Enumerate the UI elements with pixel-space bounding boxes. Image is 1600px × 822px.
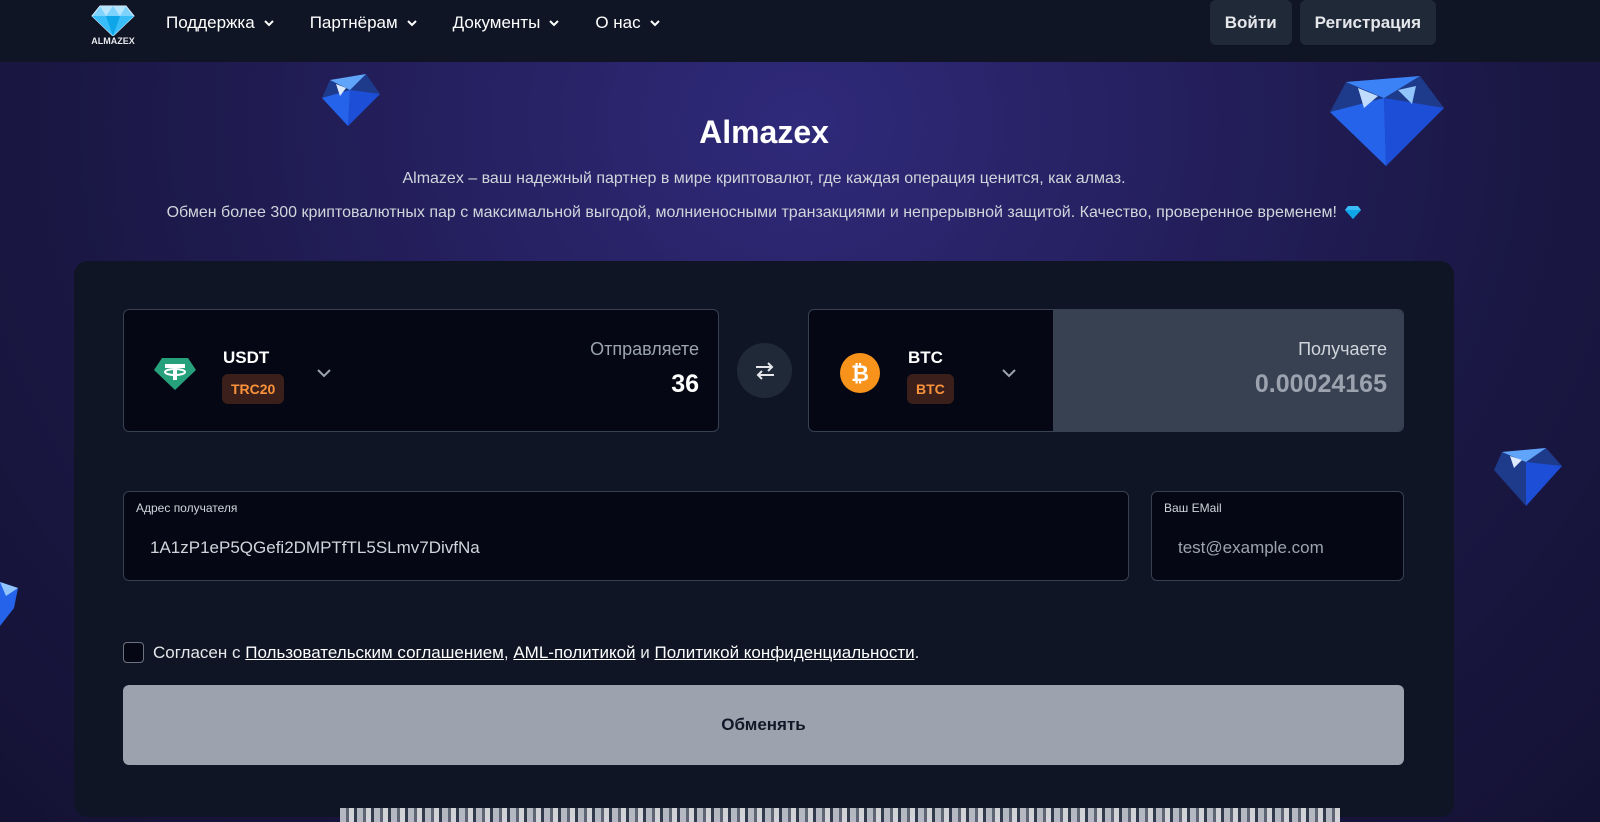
nav-support[interactable]: Поддержка bbox=[166, 13, 275, 33]
nav-about[interactable]: О нас bbox=[595, 13, 660, 33]
chevron-down-icon bbox=[263, 20, 274, 27]
email-input[interactable] bbox=[1164, 522, 1391, 574]
swap-currencies-button[interactable] bbox=[737, 343, 792, 398]
nav-partners-label: Партнёрам bbox=[309, 13, 398, 32]
nav-support-label: Поддержка bbox=[166, 13, 255, 32]
agreement-checkbox[interactable] bbox=[123, 642, 144, 663]
recipient-address-label: Адрес получателя bbox=[136, 501, 238, 515]
receive-amount-value: 0.00024165 bbox=[1254, 370, 1387, 398]
receive-amount-panel: Получаете 0.00024165 bbox=[1053, 310, 1403, 431]
receive-currency-selector[interactable]: ₿ BTC BTC bbox=[809, 310, 1053, 431]
send-amount-input[interactable]: 36 bbox=[671, 370, 699, 399]
almazex-logo[interactable]: ALMAZEX bbox=[80, 2, 146, 48]
exchange-card: USDT TRC20 Отправляете 36 ₿ BTC BTC Полу… bbox=[74, 261, 1454, 817]
send-coin-name: USDT bbox=[223, 348, 270, 367]
page-title: Almazex bbox=[699, 114, 829, 150]
agreement-separator: , bbox=[503, 642, 509, 662]
aml-policy-link[interactable]: AML-политикой bbox=[513, 643, 635, 663]
privacy-policy-link[interactable]: Политикой конфиденциальности bbox=[655, 643, 915, 663]
nav-partners[interactable]: Партнёрам bbox=[310, 13, 418, 33]
auth-buttons: Войти Регистрация bbox=[1209, 0, 1436, 45]
hero-subtitle: Almazex – ваш надежный партнер в мире кр… bbox=[402, 170, 1126, 187]
send-network-badge: TRC20 bbox=[222, 374, 285, 404]
swap-arrows-icon bbox=[755, 361, 774, 380]
nav-documents[interactable]: Документы bbox=[453, 13, 561, 33]
agreement-prefix: Согласен с bbox=[153, 642, 241, 662]
send-currency-box: USDT TRC20 Отправляете 36 bbox=[123, 309, 719, 432]
chevron-down-icon bbox=[317, 369, 331, 378]
recipient-address-input[interactable] bbox=[136, 522, 1116, 574]
nav-documents-label: Документы bbox=[452, 13, 541, 32]
diamond-decoration-icon bbox=[0, 582, 18, 626]
svg-text:ALMAZEX: ALMAZEX bbox=[91, 36, 135, 46]
bitcoin-icon: ₿ bbox=[840, 353, 880, 393]
chevron-down-icon bbox=[549, 20, 560, 27]
gem-icon bbox=[1345, 206, 1362, 219]
chevron-down-icon bbox=[1002, 369, 1016, 378]
email-field: Ваш EMail bbox=[1151, 491, 1404, 581]
hero-description-text: Обмен более 300 криптовалютных пар с мак… bbox=[166, 204, 1337, 221]
register-button[interactable]: Регистрация bbox=[1299, 0, 1436, 45]
receive-network-badge: BTC bbox=[907, 374, 954, 404]
user-agreement-link[interactable]: Пользовательским соглашением bbox=[245, 643, 504, 663]
svg-text:₿: ₿ bbox=[851, 361, 869, 386]
tether-icon bbox=[154, 358, 196, 390]
coins-decoration bbox=[340, 808, 1340, 822]
email-label: Ваш EMail bbox=[1164, 501, 1222, 515]
top-navbar: ALMAZEX Поддержка Партнёрам Документы О … bbox=[0, 0, 1600, 62]
send-currency-selector[interactable]: USDT TRC20 bbox=[124, 310, 354, 433]
agreement-end: . bbox=[914, 642, 920, 662]
login-button[interactable]: Войти bbox=[1209, 0, 1292, 45]
diamond-decoration-icon bbox=[1494, 448, 1562, 506]
agreement-row: Согласен с Пользовательским соглашением,… bbox=[123, 642, 919, 663]
exchange-submit-button[interactable]: Обменять bbox=[123, 685, 1404, 765]
recipient-address-field: Адрес получателя bbox=[123, 491, 1129, 581]
receive-coin-name: BTC bbox=[908, 348, 943, 367]
hero-description: Обмен более 300 криптовалютных пар с мак… bbox=[0, 204, 1528, 222]
chevron-down-icon bbox=[649, 20, 660, 27]
receive-currency-box: ₿ BTC BTC Получаете 0.00024165 bbox=[808, 309, 1404, 432]
send-amount-label: Отправляете bbox=[590, 339, 699, 359]
chevron-down-icon bbox=[406, 20, 417, 27]
main-nav: Поддержка Партнёрам Документы О нас bbox=[166, 0, 696, 46]
receive-amount-label: Получаете bbox=[1298, 339, 1387, 359]
agreement-and: и bbox=[640, 642, 650, 662]
nav-about-label: О нас bbox=[595, 13, 641, 32]
